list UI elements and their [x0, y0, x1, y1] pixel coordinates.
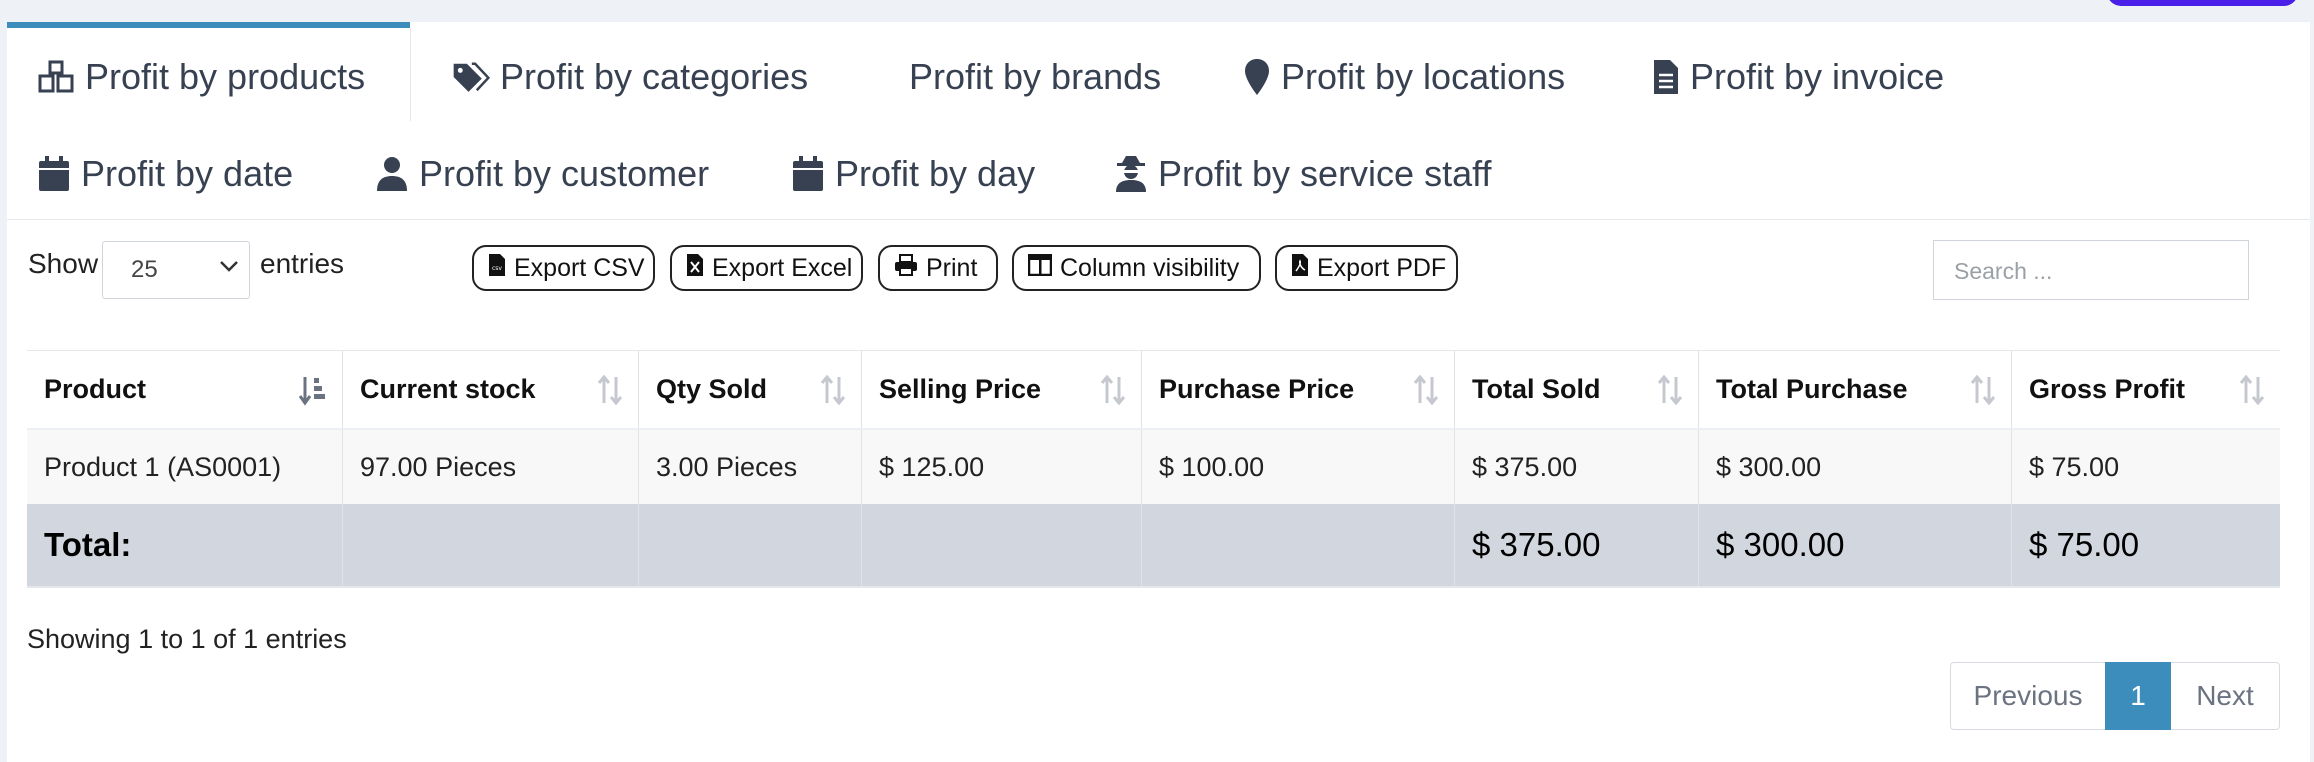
pagination-page-1[interactable]: 1 [2105, 662, 2171, 730]
cubes-icon [37, 58, 75, 96]
export-pdf-button[interactable]: Export PDF [1275, 245, 1458, 291]
tabs-divider [7, 219, 2310, 220]
search-input[interactable]: Search ... [1933, 240, 2249, 300]
column-header-total-sold[interactable]: Total Sold [1455, 351, 1699, 428]
show-label: Show [28, 248, 99, 279]
header-action-button[interactable] [2107, 0, 2298, 6]
file-csv-icon: csv [488, 253, 506, 284]
tab-profit-by-service-staff[interactable]: Profit by service staff [1114, 153, 1491, 195]
table-info: Showing 1 to 1 of 1 entries [27, 624, 347, 654]
column-header-label: Qty Sold [656, 374, 768, 404]
column-header-label: Purchase Price [1159, 374, 1355, 404]
column-header-current-stock[interactable]: Current stock [343, 351, 639, 428]
column-header-gross-profit[interactable]: Gross Profit [2012, 351, 2280, 428]
cell-product: Product 1 (AS0001) [27, 430, 343, 504]
print-icon [894, 253, 918, 283]
sort-icon [596, 374, 624, 412]
tab-label: Profit by categories [500, 56, 809, 97]
tab-profit-by-categories[interactable]: Profit by categories [452, 56, 808, 98]
tags-icon [452, 58, 490, 96]
column-header-total-purchase[interactable]: Total Purchase [1699, 351, 2012, 428]
print-label: Print [926, 253, 978, 282]
column-visibility-label: Column visibility [1060, 253, 1240, 282]
export-csv-button[interactable]: csv Export CSV [472, 245, 655, 291]
tab-profit-by-products[interactable]: Profit by products [37, 56, 365, 98]
tab-profit-by-invoice[interactable]: Profit by invoice [1652, 56, 1944, 98]
tab-label: Profit by locations [1281, 56, 1566, 97]
active-tab-indicator [7, 22, 410, 28]
cell-qty-sold: 3.00 Pieces [639, 430, 862, 504]
column-header-label: Total Purchase [1716, 374, 1908, 404]
sort-icon [1969, 374, 1997, 412]
sort-icon [2238, 374, 2266, 412]
tab-label: Profit by day [835, 153, 1036, 194]
tab-label: Profit by customer [419, 153, 710, 194]
map-marker-icon [1243, 58, 1271, 96]
tab-profit-by-day[interactable]: Profit by day [791, 153, 1035, 195]
total-empty-cell [639, 504, 862, 586]
search-placeholder: Search ... [1954, 258, 2053, 284]
file-excel-icon [686, 253, 704, 284]
sort-icon [819, 374, 847, 412]
cell-gross-profit: $ 75.00 [2029, 451, 2120, 482]
table-row: Product 1 (AS0001) 97.00 Pieces 3.00 Pie… [27, 430, 2280, 504]
column-header-qty-sold[interactable]: Qty Sold [639, 351, 862, 428]
user-icon [375, 155, 409, 193]
sort-ascending-icon [298, 375, 328, 414]
total-gross-profit-value: $ 75.00 [2029, 526, 2140, 563]
column-header-label: Total Sold [1472, 374, 1601, 404]
tab-profit-by-locations[interactable]: Profit by locations [1243, 56, 1565, 98]
sort-icon [1656, 374, 1684, 412]
column-header-label: Selling Price [879, 374, 1042, 404]
total-empty-cell [1142, 504, 1455, 586]
column-header-label: Current stock [360, 374, 536, 404]
column-header-label: Product [44, 374, 147, 404]
export-csv-label: Export CSV [514, 253, 645, 282]
table-total-row: Total: $ 375.00 $ 300.00 $ 75.00 [27, 504, 2280, 588]
cell-total-sold: $ 375.00 [1455, 430, 1699, 504]
column-header-purchase-price[interactable]: Purchase Price [1142, 351, 1455, 428]
total-empty-cell [343, 504, 639, 586]
file-pdf-icon [1291, 253, 1309, 284]
table-header-row: Product Current stock Qty Sold Selling P… [27, 350, 2280, 431]
pagination-previous[interactable]: Previous [1950, 662, 2105, 730]
total-empty-cell [862, 504, 1142, 586]
user-secret-icon [1114, 155, 1148, 193]
sort-icon [1099, 374, 1127, 412]
total-label: Total: [27, 504, 343, 586]
tab-label: Profit by invoice [1690, 56, 1945, 97]
entries-select[interactable]: 25 [102, 241, 250, 299]
calendar-icon [791, 155, 825, 193]
cell-purchase-price: $ 100.00 [1142, 430, 1455, 504]
print-button[interactable]: Print [878, 245, 998, 291]
tab-profit-by-date[interactable]: Profit by date [37, 153, 293, 195]
total-sold-value: $ 375.00 [1455, 504, 1699, 586]
export-excel-label: Export Excel [712, 253, 853, 282]
tab-label: Profit by brands [909, 56, 1162, 97]
chevron-down-icon [219, 259, 239, 278]
entries-select-value: 25 [131, 256, 158, 283]
export-excel-button[interactable]: Export Excel [670, 245, 863, 291]
entries-label: entries [260, 248, 345, 279]
tab-label: Profit by service staff [1158, 153, 1492, 194]
export-pdf-label: Export PDF [1317, 253, 1447, 282]
pagination-next[interactable]: Next [2171, 662, 2280, 730]
cell-total-purchase: $ 300.00 [1699, 430, 2012, 504]
tab-profit-by-customer[interactable]: Profit by customer [375, 153, 709, 195]
total-purchase-value: $ 300.00 [1699, 504, 2012, 586]
sort-icon [1412, 374, 1440, 412]
column-header-label: Gross Profit [2029, 374, 2186, 404]
calendar-icon [37, 155, 71, 193]
file-icon [1652, 58, 1680, 96]
columns-icon [1027, 253, 1053, 283]
column-header-product[interactable]: Product [27, 351, 343, 428]
cell-current-stock: 97.00 Pieces [343, 430, 639, 504]
column-visibility-button[interactable]: Column visibility [1012, 245, 1261, 291]
svg-text:csv: csv [492, 265, 502, 272]
tab-profit-by-brands[interactable]: Profit by brands [909, 56, 1161, 98]
tab-label: Profit by date [81, 153, 294, 194]
cell-selling-price: $ 125.00 [862, 430, 1142, 504]
column-header-selling-price[interactable]: Selling Price [862, 351, 1142, 428]
tab-label: Profit by products [85, 56, 366, 97]
